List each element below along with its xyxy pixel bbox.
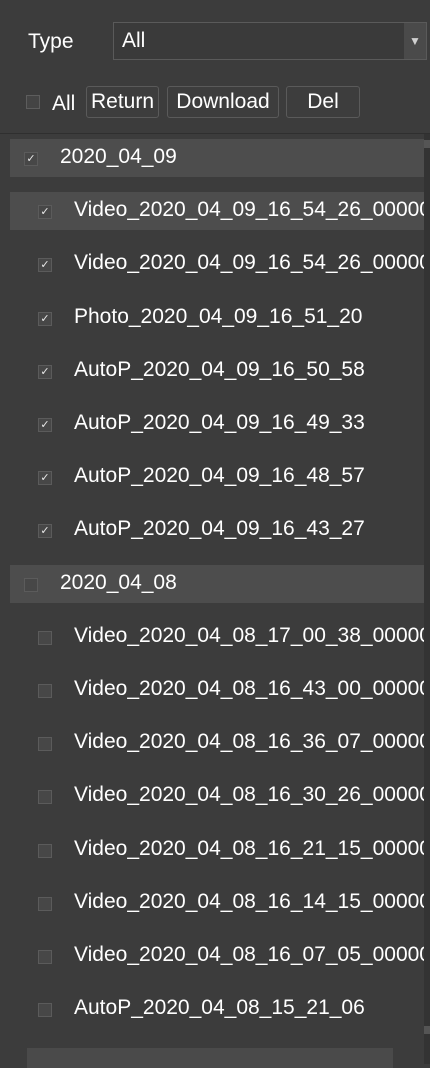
- file-checkbox[interactable]: [38, 631, 52, 645]
- select-all-label[interactable]: All: [52, 92, 75, 116]
- group-checkbox[interactable]: ✓: [24, 152, 38, 166]
- file-checkbox[interactable]: ✓: [38, 471, 52, 485]
- date-group-row[interactable]: ✓ 2020_04_09: [10, 139, 424, 177]
- file-checkbox[interactable]: [38, 684, 52, 698]
- type-select-value: All: [122, 29, 146, 52]
- file-list[interactable]: ✓ 2020_04_09 ✓ Video_2020_04_09_16_54_26_00…: [10, 134, 424, 1068]
- file-checkbox[interactable]: [38, 897, 52, 911]
- file-row[interactable]: ✓ AutoP_2020_04_09_16_48_57: [10, 458, 424, 496]
- group-label: 2020_04_09: [60, 145, 177, 168]
- file-row[interactable]: AutoP_2020_04_08_15_21_06: [10, 990, 424, 1028]
- file-row[interactable]: ✓ AutoP_2020_04_09_16_50_58: [10, 352, 424, 390]
- file-checkbox[interactable]: ✓: [38, 524, 52, 538]
- horizontal-scrollbar[interactable]: [27, 1048, 393, 1068]
- file-row[interactable]: Video_2020_04_08_16_43_00_000000: [10, 671, 424, 709]
- file-checkbox[interactable]: ✓: [38, 312, 52, 326]
- file-name: Video_2020_04_09_16_54_26_000000: [74, 251, 424, 274]
- file-row[interactable]: Video_2020_04_08_16_07_05_000000: [10, 937, 424, 975]
- vertical-scrollbar[interactable]: [424, 134, 430, 1064]
- file-row[interactable]: ✓ Video_2020_04_09_16_54_26_000000: [10, 245, 424, 283]
- file-name: Video_2020_04_08_16_30_26_000000: [74, 783, 424, 806]
- file-name: AutoP_2020_04_09_16_48_57: [74, 464, 365, 487]
- file-name: Photo_2020_04_09_16_51_20: [74, 305, 363, 328]
- file-name: Video_2020_04_09_16_54_26_000000: [74, 198, 424, 221]
- file-row[interactable]: Video_2020_04_08_16_30_26_000000: [10, 777, 424, 815]
- file-name: AutoP_2020_04_08_15_21_06: [74, 996, 365, 1019]
- file-row[interactable]: ✓ AutoP_2020_04_09_16_49_33: [10, 405, 424, 443]
- scroll-up-icon[interactable]: [424, 140, 430, 148]
- file-row[interactable]: Video_2020_04_08_16_14_15_000000: [10, 884, 424, 922]
- group-label: 2020_04_08: [60, 571, 177, 594]
- select-all-checkbox[interactable]: [26, 95, 40, 109]
- file-name: Video_2020_04_08_16_14_15_000000: [74, 890, 424, 913]
- file-browser-panel: Type All ▼ All Return Download Del ✓ 2020…: [0, 0, 430, 1068]
- date-group-row[interactable]: 2020_04_08: [10, 565, 424, 603]
- file-checkbox[interactable]: ✓: [38, 258, 52, 272]
- file-name: AutoP_2020_04_09_16_49_33: [74, 411, 365, 434]
- file-checkbox[interactable]: [38, 844, 52, 858]
- file-checkbox[interactable]: ✓: [38, 418, 52, 432]
- file-checkbox[interactable]: ✓: [38, 365, 52, 379]
- type-select[interactable]: All ▼: [113, 22, 427, 60]
- file-row[interactable]: ✓ Video_2020_04_09_16_54_26_000000: [10, 192, 424, 230]
- file-name: Video_2020_04_08_16_36_07_000000: [74, 730, 424, 753]
- group-checkbox[interactable]: [24, 578, 38, 592]
- file-name: AutoP_2020_04_09_16_43_27: [74, 517, 365, 540]
- file-checkbox[interactable]: [38, 790, 52, 804]
- file-checkbox[interactable]: [38, 737, 52, 751]
- file-row[interactable]: ✓ AutoP_2020_04_09_16_43_27: [10, 511, 424, 549]
- file-checkbox[interactable]: [38, 1003, 52, 1017]
- delete-button[interactable]: Del: [286, 86, 360, 118]
- chevron-down-icon[interactable]: ▼: [404, 23, 426, 59]
- download-button[interactable]: Download: [167, 86, 279, 118]
- file-name: Video_2020_04_08_16_07_05_000000: [74, 943, 424, 966]
- file-row[interactable]: Video_2020_04_08_16_21_15_000000: [10, 831, 424, 869]
- toolbar: All Return Download Del: [0, 84, 430, 132]
- return-button[interactable]: Return: [86, 86, 159, 118]
- file-row[interactable]: Video_2020_04_08_17_00_38_000000: [10, 618, 424, 656]
- file-checkbox[interactable]: ✓: [38, 205, 52, 219]
- scroll-down-icon[interactable]: [424, 1026, 430, 1034]
- file-row[interactable]: ✓ Photo_2020_04_09_16_51_20: [10, 299, 424, 337]
- file-checkbox[interactable]: [38, 950, 52, 964]
- type-label: Type: [28, 30, 74, 53]
- file-name: Video_2020_04_08_16_43_00_000000: [74, 677, 424, 700]
- file-row[interactable]: Video_2020_04_08_16_36_07_000000: [10, 724, 424, 762]
- file-name: Video_2020_04_08_16_21_15_000000: [74, 837, 424, 860]
- type-filter-row: Type All ▼: [0, 0, 430, 84]
- file-name: AutoP_2020_04_09_16_50_58: [74, 358, 365, 381]
- file-name: Video_2020_04_08_17_00_38_000000: [74, 624, 424, 647]
